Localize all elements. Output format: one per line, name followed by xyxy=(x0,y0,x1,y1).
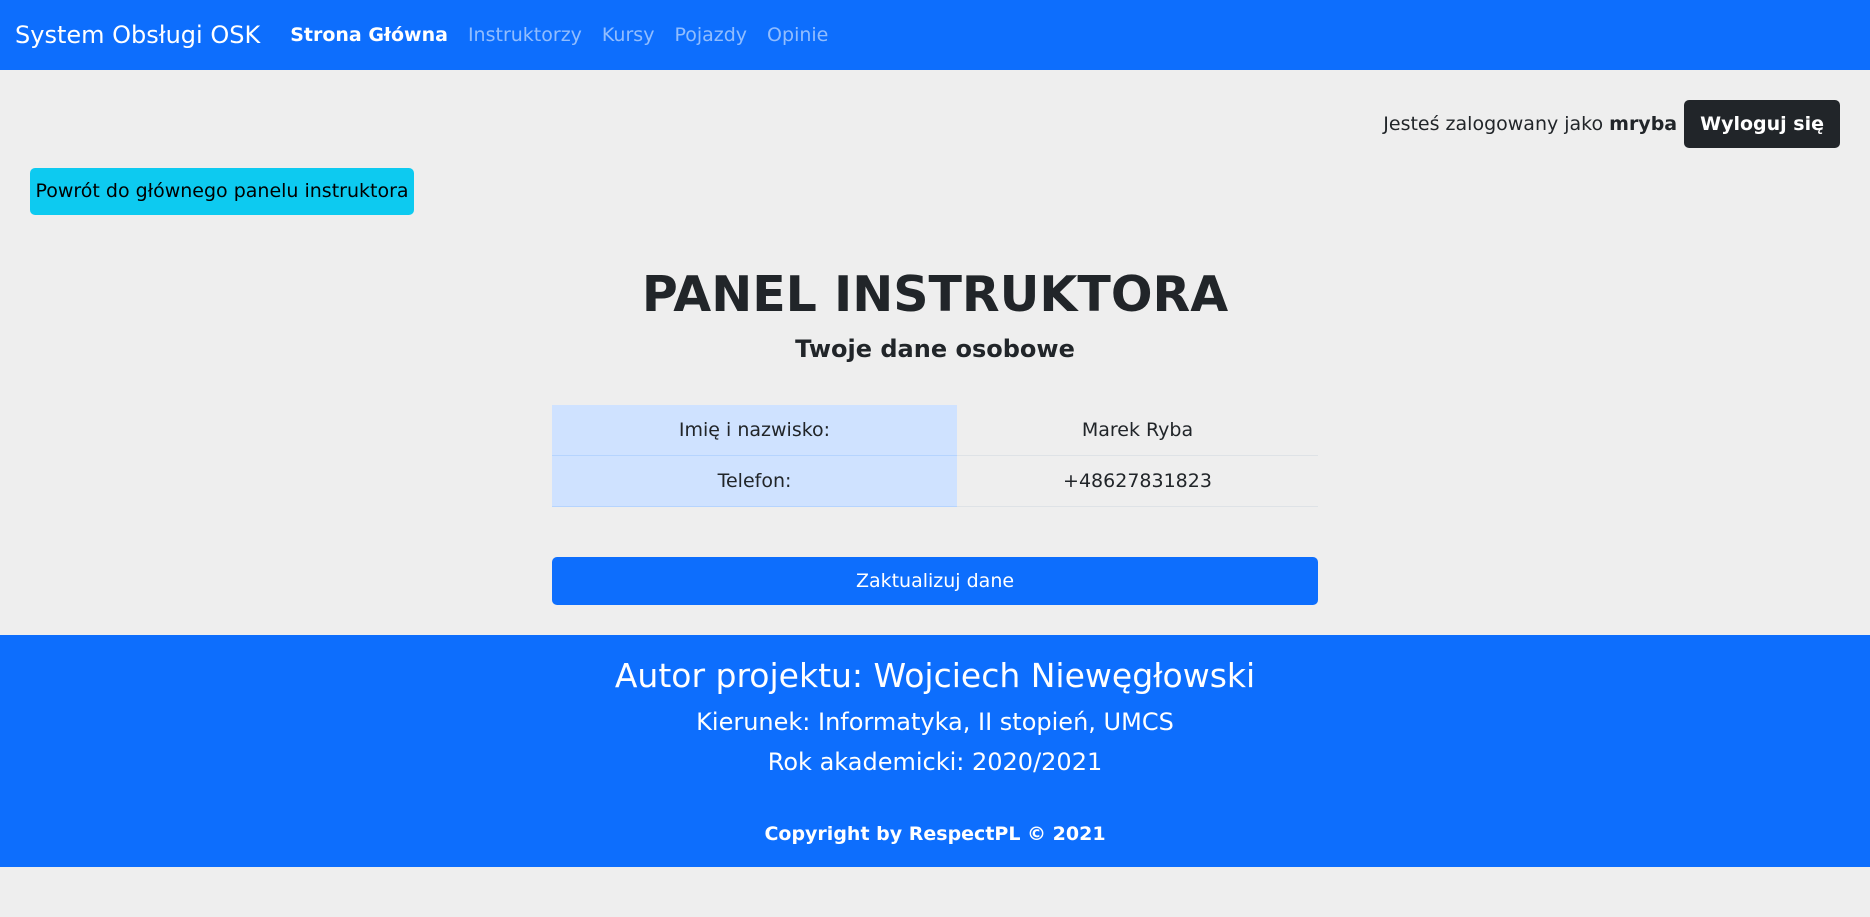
nav-link-home[interactable]: Strona Główna xyxy=(290,24,448,46)
login-username: mryba xyxy=(1609,113,1678,135)
page-subtitle: Twoje dane osobowe xyxy=(795,335,1075,363)
session-bar: Jesteś zalogowany jako mryba Wyloguj się xyxy=(1383,100,1840,148)
back-to-panel-button[interactable]: Powrót do głównego panelu instruktora xyxy=(30,168,414,215)
name-label: Imię i nazwisko: xyxy=(552,405,957,456)
footer-copyright: Copyright by RespectPL © 2021 xyxy=(764,823,1106,845)
page-title: PANEL INSTRUKTORA xyxy=(641,266,1229,323)
footer-author: Autor projektu: Wojciech Niewęgłowski xyxy=(614,656,1256,695)
footer-course: Kierunek: Informatyka, II stopień, UMCS xyxy=(696,708,1174,736)
update-data-button[interactable]: Zaktualizuj dane xyxy=(552,557,1318,605)
top-navbar: System Obsługi OSK Strona Główna Instruk… xyxy=(0,0,1870,70)
login-status: Jesteś zalogowany jako mryba xyxy=(1383,113,1677,135)
brand-link[interactable]: System Obsługi OSK xyxy=(15,21,260,49)
table-row: Telefon: +48627831823 xyxy=(552,455,1318,507)
login-status-text: Jesteś zalogowany jako xyxy=(1383,113,1604,135)
footer-year: Rok akademicki: 2020/2021 xyxy=(767,748,1103,776)
phone-value: +48627831823 xyxy=(957,455,1318,507)
nav-link-vehicles[interactable]: Pojazdy xyxy=(674,24,747,46)
nav-link-instructors[interactable]: Instruktorzy xyxy=(468,24,582,46)
name-value: Marek Ryba xyxy=(957,405,1318,456)
nav-link-reviews[interactable]: Opinie xyxy=(767,24,828,46)
personal-data-table: Imię i nazwisko: Marek Ryba Telefon: +48… xyxy=(552,405,1318,507)
nav-link-courses[interactable]: Kursy xyxy=(602,24,655,46)
logout-button[interactable]: Wyloguj się xyxy=(1684,100,1840,148)
page-footer: Autor projektu: Wojciech Niewęgłowski Ki… xyxy=(0,635,1870,867)
table-row: Imię i nazwisko: Marek Ryba xyxy=(552,405,1318,456)
phone-label: Telefon: xyxy=(552,455,957,507)
